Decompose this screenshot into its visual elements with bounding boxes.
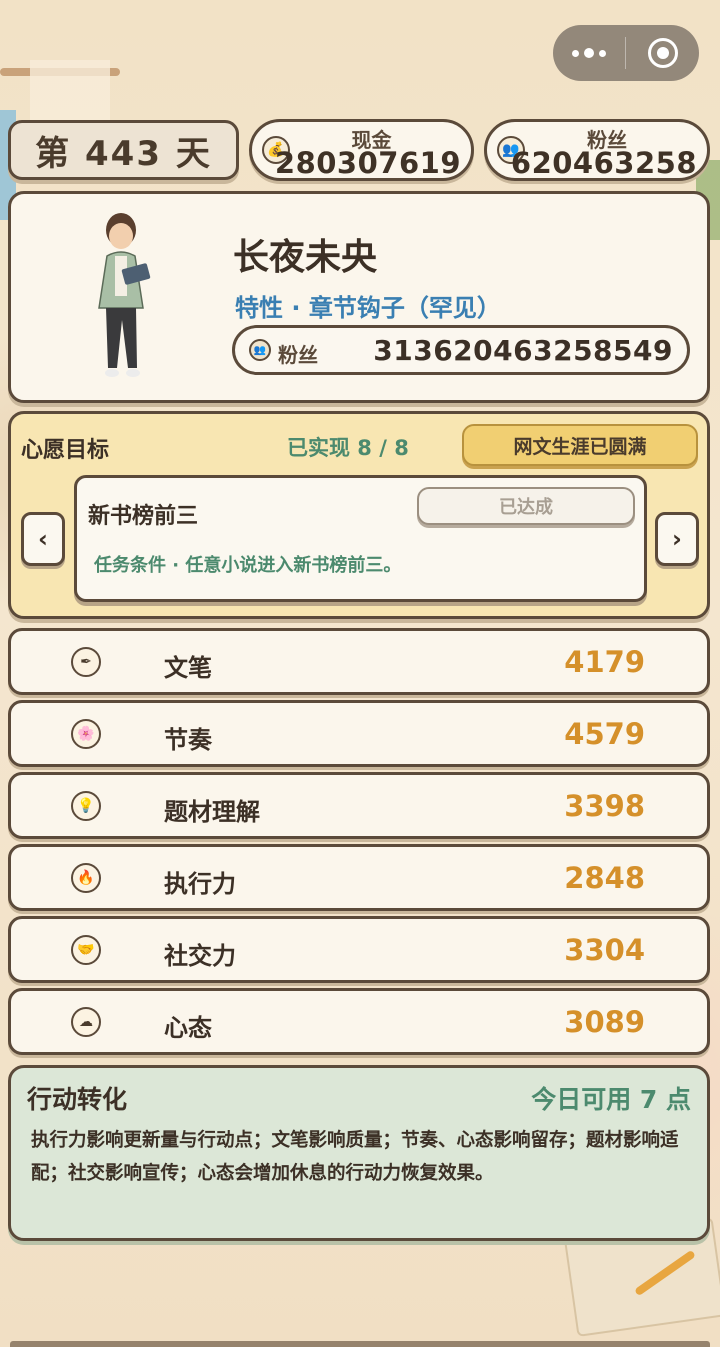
stat-name: 节奏 bbox=[164, 726, 212, 754]
stat-row-writing[interactable]: ✒ 文笔 4179 bbox=[8, 628, 710, 695]
fans-icon: 👥 bbox=[249, 339, 271, 361]
writer-avatar[interactable] bbox=[81, 208, 161, 383]
stat-value: 4179 bbox=[564, 645, 645, 679]
prev-wish-button[interactable]: ‹ bbox=[21, 512, 65, 566]
action-points: 今日可用 7 点 bbox=[531, 1085, 691, 1114]
stat-row-mood[interactable]: ☁ 心态 3089 bbox=[8, 988, 710, 1055]
more-dots-icon bbox=[572, 49, 579, 57]
wish-condition: 任务条件 · 任意小说进入新书榜前三。 bbox=[94, 555, 402, 576]
fans-pill: 👥 粉丝 620463258 bbox=[484, 119, 710, 181]
action-title: 行动转化 bbox=[27, 1085, 128, 1114]
total-fans-bar: 👥 粉丝 313620463258549 bbox=[232, 325, 690, 375]
action-conversion-panel: 行动转化 今日可用 7 点 执行力影响更新量与行动点；文笔影响质量；节奏、心态影… bbox=[8, 1065, 710, 1241]
stat-name: 执行力 bbox=[164, 870, 236, 898]
more-options-button[interactable] bbox=[553, 25, 625, 81]
fans-value: 620463258 bbox=[510, 146, 697, 180]
wish-goals-panel: 心愿目标 已实现 8 / 8 网文生涯已圆满 ‹ 新书榜前三 已达成 任务条件 … bbox=[8, 411, 710, 619]
author-trait[interactable]: 特性 · 章节钩子（罕见） bbox=[235, 288, 501, 323]
wish-title: 新书榜前三 bbox=[88, 504, 199, 529]
stat-name: 文笔 bbox=[164, 654, 212, 682]
wish-card: 新书榜前三 已达成 任务条件 · 任意小说进入新书榜前三。 bbox=[74, 475, 647, 602]
stat-row-theme[interactable]: 💡 题材理解 3398 bbox=[8, 772, 710, 839]
next-wish-button[interactable]: › bbox=[655, 512, 699, 566]
close-miniprogram-button[interactable] bbox=[626, 25, 699, 81]
rhythm-icon: 🌸 bbox=[71, 719, 101, 749]
stat-value: 2848 bbox=[564, 861, 645, 895]
miniprogram-capsule bbox=[553, 25, 699, 81]
stat-value: 4579 bbox=[564, 717, 645, 751]
career-complete-badge[interactable]: 网文生涯已圆满 bbox=[462, 424, 698, 466]
author-name: 长夜未央 bbox=[233, 237, 378, 278]
stat-row-rhythm[interactable]: 🌸 节奏 4579 bbox=[8, 700, 710, 767]
stat-row-social[interactable]: 🤝 社交力 3304 bbox=[8, 916, 710, 983]
cash-pill: 💰 现金 280307619 bbox=[249, 119, 474, 181]
mood-icon: ☁ bbox=[71, 1007, 101, 1037]
handshake-icon: 🤝 bbox=[71, 935, 101, 965]
stat-name: 题材理解 bbox=[164, 798, 260, 826]
stat-row-execution[interactable]: 🔥 执行力 2848 bbox=[8, 844, 710, 911]
wish-status-button[interactable]: 已达成 bbox=[417, 487, 635, 525]
stat-value: 3089 bbox=[564, 1005, 645, 1039]
stat-value: 3398 bbox=[564, 789, 645, 823]
total-fans-label: 粉丝 bbox=[278, 343, 318, 367]
action-description: 执行力影响更新量与行动点；文笔影响质量；节奏、心态影响留存；题材影响适配；社交影… bbox=[31, 1130, 679, 1184]
cash-value: 280307619 bbox=[274, 146, 461, 180]
wish-goals-title: 心愿目标 bbox=[21, 438, 110, 463]
close-circle-icon bbox=[647, 38, 678, 68]
stat-name: 社交力 bbox=[164, 942, 236, 970]
profile-card: 长夜未央 特性 · 章节钩子（罕见） 👥 粉丝 313620463258549 bbox=[8, 191, 710, 403]
lightbulb-icon: 💡 bbox=[71, 791, 101, 821]
fire-icon: 🔥 bbox=[71, 863, 101, 893]
bottom-panel-edge bbox=[10, 1341, 710, 1347]
pen-icon: ✒ bbox=[71, 647, 101, 677]
day-counter: 第 443 天 bbox=[8, 120, 239, 180]
wish-progress: 已实现 8 / 8 bbox=[287, 436, 409, 460]
stat-name: 心态 bbox=[164, 1014, 212, 1042]
stat-value: 3304 bbox=[564, 933, 645, 967]
total-fans-value: 313620463258549 bbox=[373, 334, 673, 367]
